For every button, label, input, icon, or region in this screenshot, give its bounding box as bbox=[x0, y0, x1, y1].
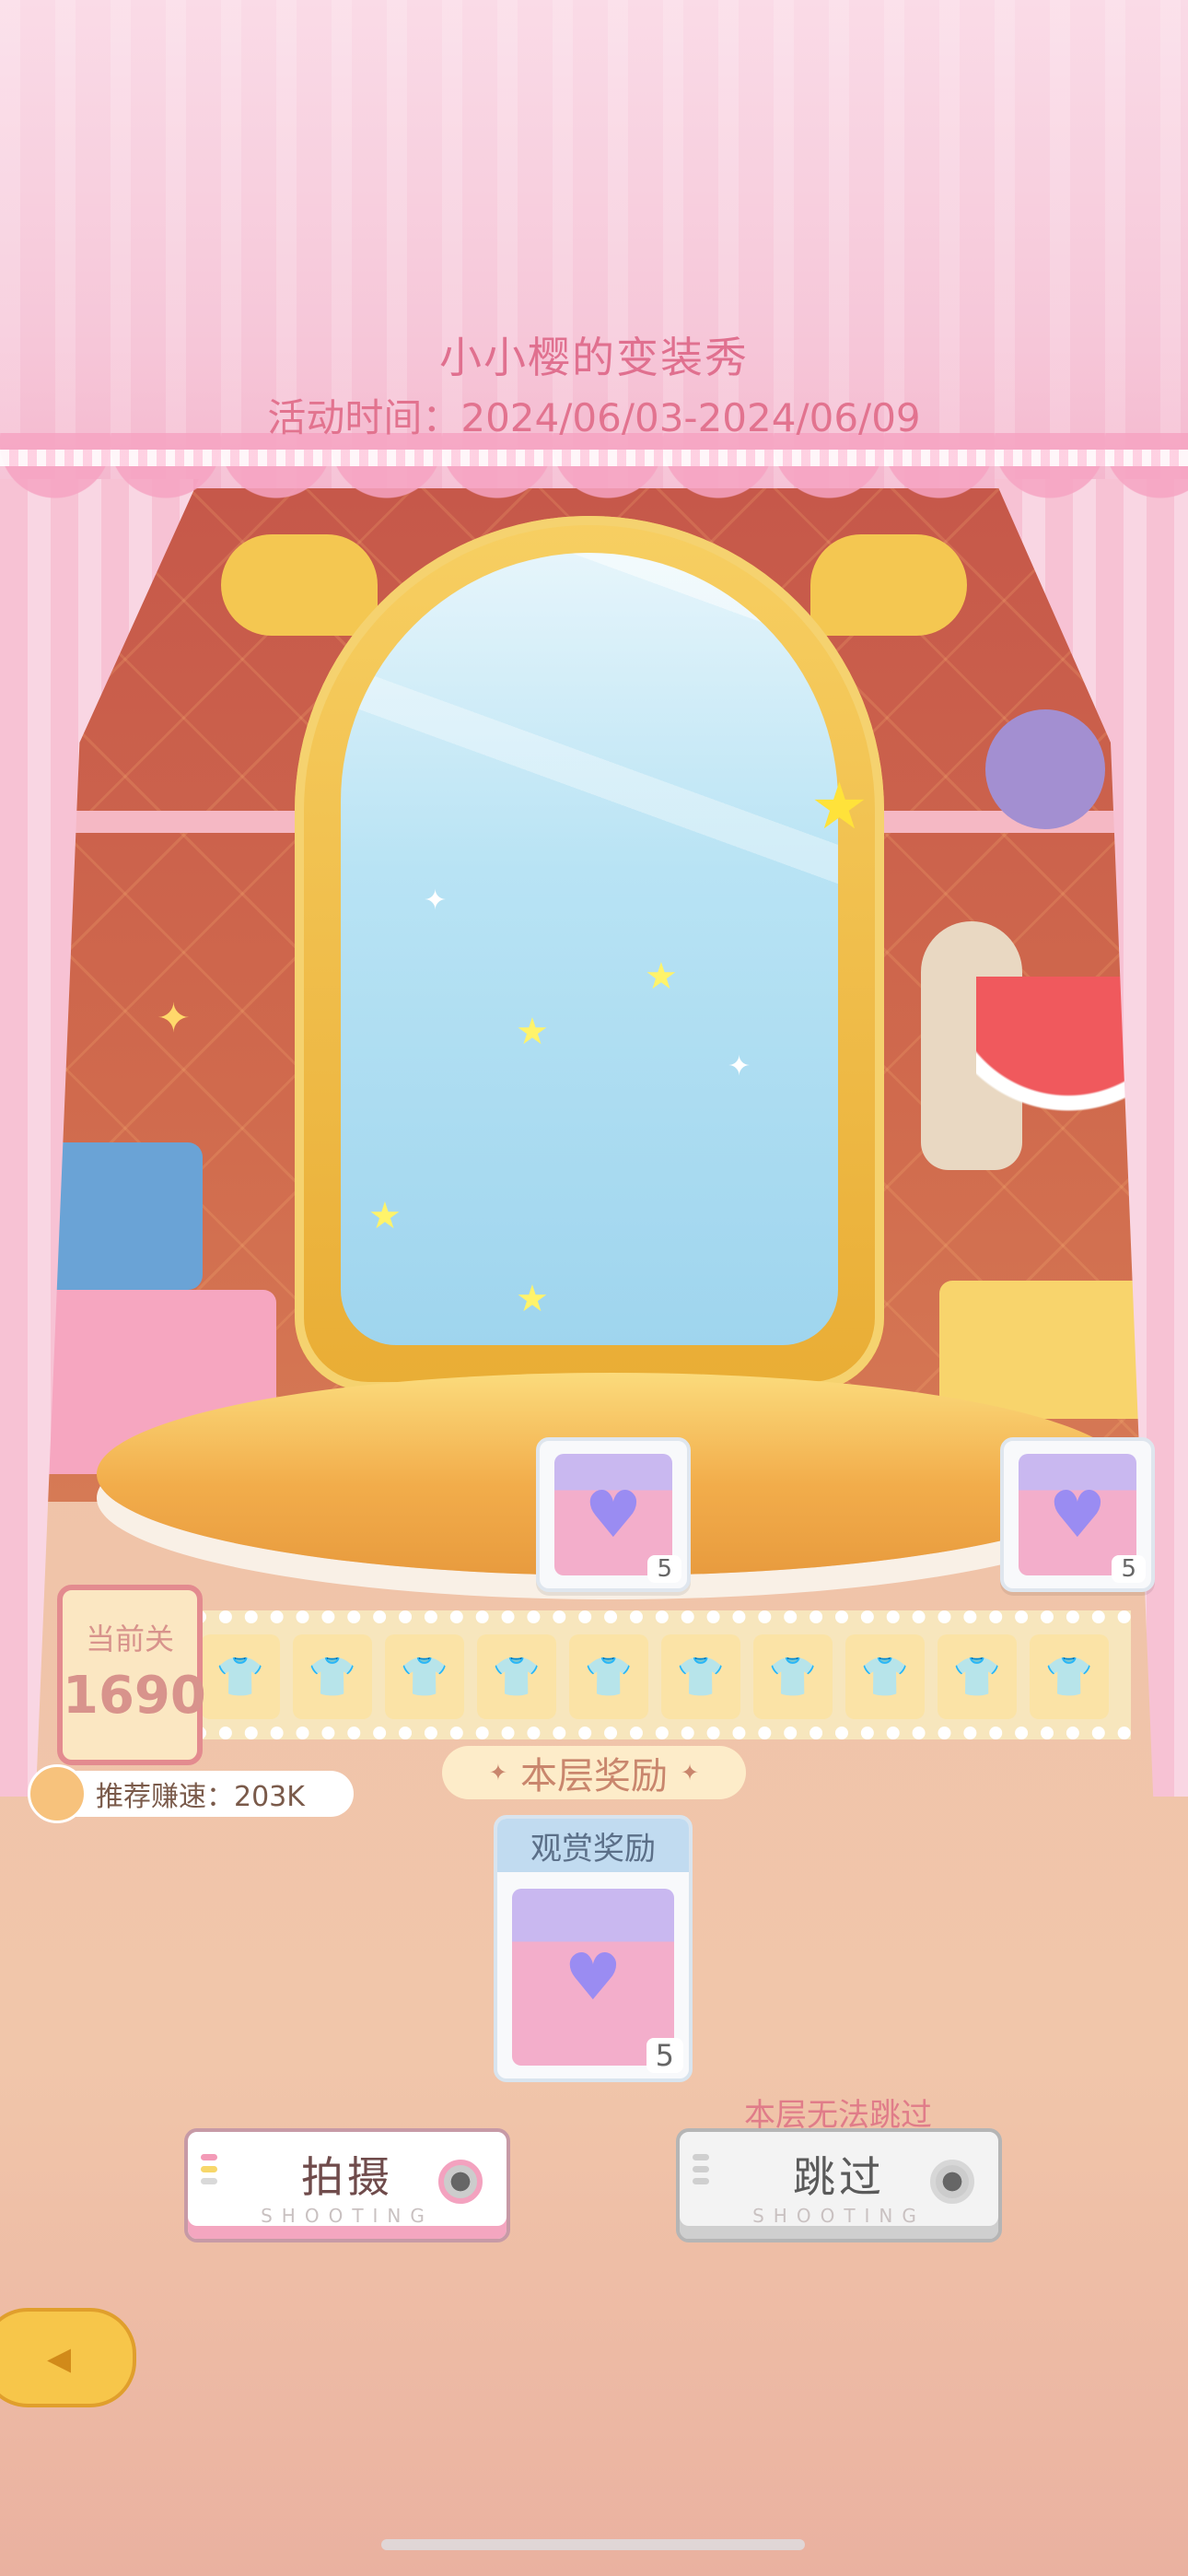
curtain-lace bbox=[0, 450, 1188, 466]
sparkle-icon: ✦ bbox=[488, 1760, 507, 1786]
recommend-speed-text: 推荐赚速：203K bbox=[96, 1781, 305, 1813]
recommend-speed: 推荐赚速：203K bbox=[28, 1764, 354, 1823]
camera-lens-icon bbox=[930, 2160, 974, 2204]
sparkle-icon: ✦ bbox=[728, 1050, 751, 1083]
view-reward-title: 观赏奖励 bbox=[497, 1819, 689, 1872]
reward-quantity: 5 bbox=[647, 1555, 681, 1583]
shoot-sub-label: SHOOTING bbox=[261, 2205, 434, 2227]
floor-reward-label: 本层奖励 bbox=[520, 1755, 668, 1797]
shirt-icon: 👕 bbox=[938, 1634, 1017, 1719]
reward-quantity: 5 bbox=[1112, 1555, 1146, 1583]
current-level-value: 1690 bbox=[63, 1666, 206, 1726]
sparkle-icon: ✦ bbox=[424, 884, 448, 917]
shoot-label: 拍摄 bbox=[301, 2152, 393, 2202]
shirt-icon: 👕 bbox=[845, 1634, 925, 1719]
skip-button[interactable]: 跳过 SHOOTING bbox=[676, 2128, 1002, 2242]
shirt-icon: 👕 bbox=[477, 1634, 556, 1719]
avatar bbox=[28, 1764, 87, 1823]
shoot-button[interactable]: 拍摄 SHOOTING bbox=[184, 2128, 510, 2242]
gold-box-right bbox=[939, 1281, 1151, 1419]
shirt-icon: 👕 bbox=[385, 1634, 464, 1719]
track-reward-card[interactable]: ♥ 5 bbox=[1000, 1437, 1155, 1592]
penguin-plush bbox=[985, 709, 1105, 829]
floor-reward-title: ✦ 本层奖励 ✦ bbox=[442, 1746, 746, 1799]
button-indicator bbox=[693, 2154, 709, 2190]
star-icon: ★ bbox=[645, 955, 678, 998]
track-reward-card[interactable]: ♥ 5 bbox=[536, 1437, 691, 1592]
event-time: 活动时间：2024/06/03-2024/06/09 bbox=[267, 395, 921, 440]
shelf-left bbox=[64, 811, 304, 833]
mirror-wing-left bbox=[221, 534, 378, 636]
curtain-valance bbox=[0, 433, 1188, 507]
mirror-wing-right bbox=[810, 534, 967, 636]
button-indicator bbox=[201, 2154, 217, 2190]
shirt-icon: 👕 bbox=[293, 1634, 372, 1719]
reward-quantity: 5 bbox=[646, 2038, 683, 2073]
current-level-badge: 当前关 1690 bbox=[57, 1585, 206, 1765]
shirt-icon: 👕 bbox=[661, 1634, 740, 1719]
shirt-icon: 👕 bbox=[753, 1634, 833, 1719]
skip-sub-label: SHOOTING bbox=[752, 2205, 926, 2227]
magic-mirror-glass bbox=[341, 553, 838, 1345]
event-title: 小小樱的变装秀 bbox=[439, 333, 749, 382]
star-icon: ★ bbox=[516, 1278, 549, 1320]
back-arrow-icon: ◂ bbox=[46, 2330, 72, 2385]
star-icon: ★ bbox=[368, 1195, 402, 1237]
star-icon: ★ bbox=[516, 1011, 549, 1053]
shirt-icon: 👕 bbox=[1030, 1634, 1109, 1719]
shelf-right bbox=[875, 811, 1133, 833]
sparkle-icon: ✦ bbox=[681, 1760, 700, 1786]
level-track: 👕 👕 👕 👕 👕 👕 👕 👕 👕 👕 bbox=[193, 1610, 1131, 1739]
shirt-icon: 👕 bbox=[201, 1634, 280, 1719]
sparkle-icon: ✦ bbox=[157, 995, 191, 1042]
star-icon: ★ bbox=[810, 768, 868, 844]
view-reward-card[interactable]: 观赏奖励 ♥ 5 bbox=[494, 1815, 693, 2082]
back-button[interactable]: ◂ bbox=[0, 2308, 136, 2407]
current-level-label: 当前关 bbox=[85, 1622, 174, 1657]
shirt-icon: 👕 bbox=[569, 1634, 648, 1719]
camera-lens-icon bbox=[438, 2160, 483, 2204]
skip-label: 跳过 bbox=[793, 2152, 885, 2202]
home-indicator[interactable] bbox=[381, 2539, 805, 2550]
